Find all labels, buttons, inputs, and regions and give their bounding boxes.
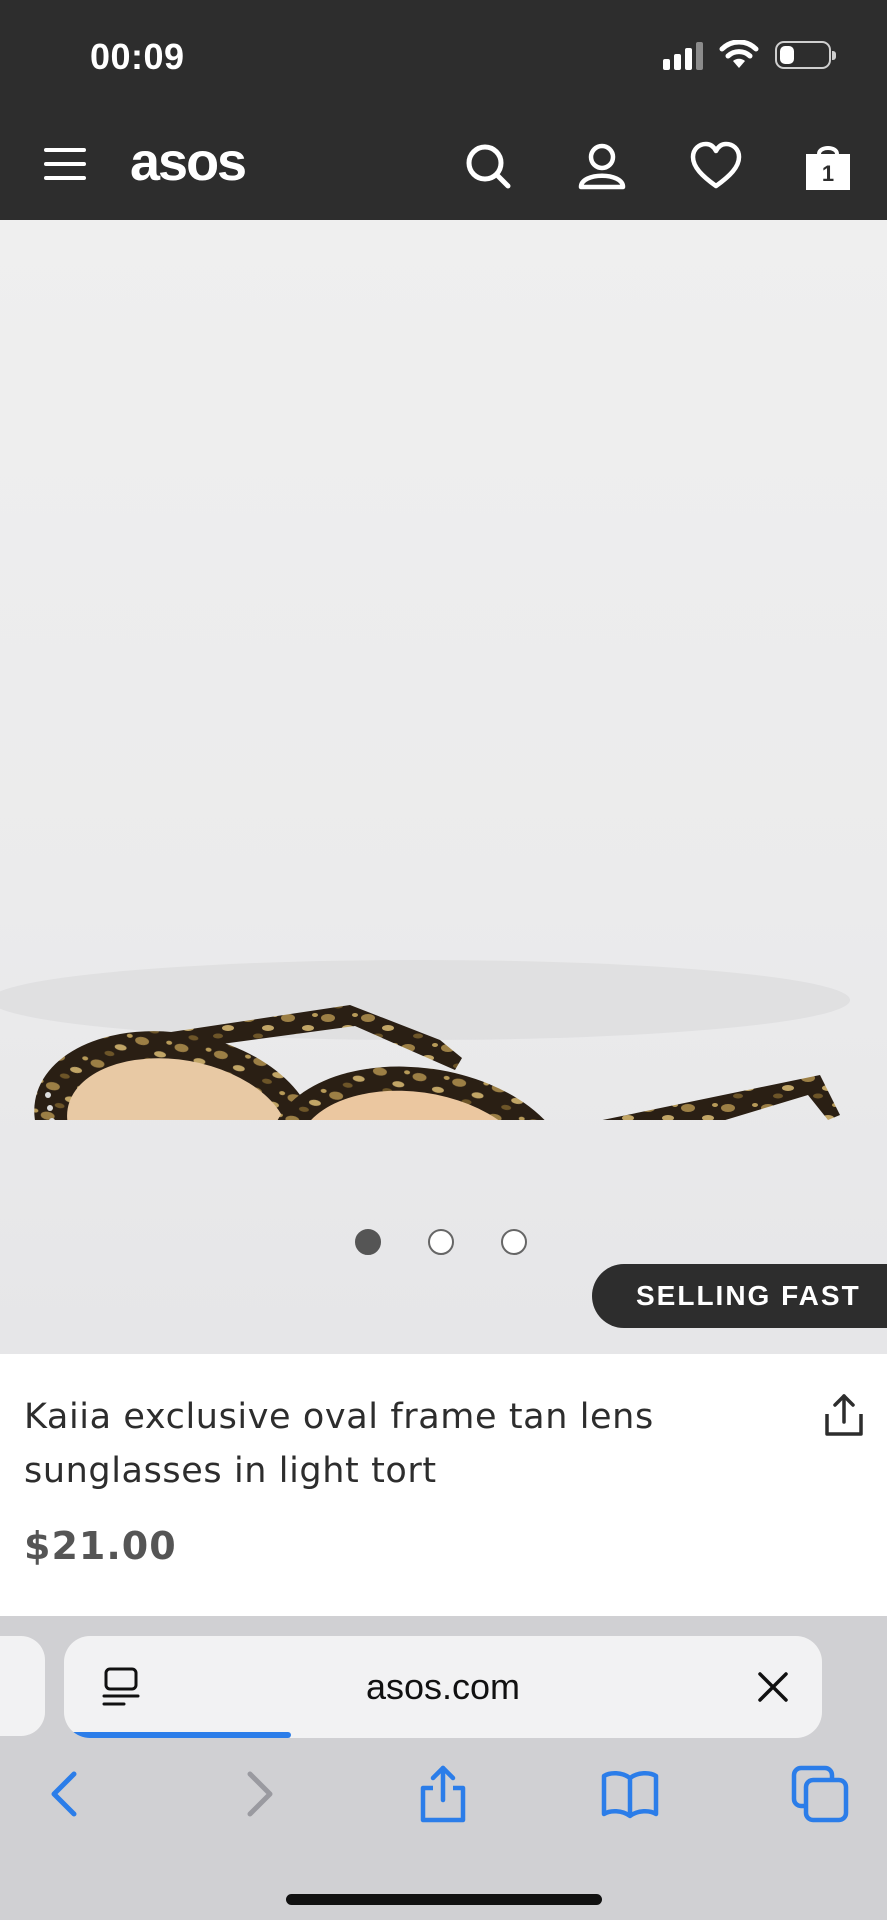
share-icon[interactable] <box>413 1764 473 1824</box>
site-header: asos 1 <box>0 130 887 200</box>
selling-fast-badge: SELLING FAST <box>592 1264 887 1328</box>
tabs-icon[interactable] <box>790 1764 850 1824</box>
address-bar[interactable]: asos.com <box>64 1636 822 1738</box>
wifi-icon <box>719 40 759 68</box>
heart-icon[interactable] <box>690 140 742 192</box>
page-load-progress <box>64 1732 292 1738</box>
search-icon[interactable] <box>462 140 514 192</box>
hamburger-menu-icon[interactable] <box>44 148 86 180</box>
svg-text:1: 1 <box>822 161 834 186</box>
browser-chrome: asos.com <box>0 1616 887 1920</box>
image-carousel-dots <box>355 1229 527 1255</box>
cellular-signal-icon <box>663 40 703 70</box>
carousel-dot-1[interactable] <box>355 1229 381 1255</box>
carousel-dot-3[interactable] <box>501 1229 527 1255</box>
bag-icon[interactable]: 1 <box>802 140 854 192</box>
account-icon[interactable] <box>576 140 628 192</box>
close-icon[interactable] <box>756 1670 790 1704</box>
previous-tab[interactable] <box>0 1636 45 1736</box>
status-time: 00:09 <box>90 36 185 77</box>
share-icon[interactable] <box>821 1392 867 1438</box>
product-image-sunglasses <box>0 960 850 1120</box>
url-text: asos.com <box>365 1666 521 1707</box>
product-title: Kaiia exclusive oval frame tan lens sung… <box>24 1397 654 1491</box>
battery-icon <box>775 41 836 69</box>
product-info: Kaiia exclusive oval frame tan lens sung… <box>0 1354 887 1616</box>
product-image-gallery[interactable]: SELLING FAST <box>0 220 887 1354</box>
asos-logo[interactable]: asos <box>130 130 247 194</box>
home-indicator[interactable] <box>286 1894 602 1905</box>
product-price: $21.00 <box>24 1524 177 1568</box>
bookmarks-icon[interactable] <box>600 1764 660 1824</box>
forward-icon[interactable] <box>228 1764 288 1824</box>
back-icon[interactable] <box>36 1764 96 1824</box>
carousel-dot-2[interactable] <box>428 1229 454 1255</box>
top-bar: 00:09 asos 1 <box>0 0 887 220</box>
status-icons <box>663 40 836 70</box>
